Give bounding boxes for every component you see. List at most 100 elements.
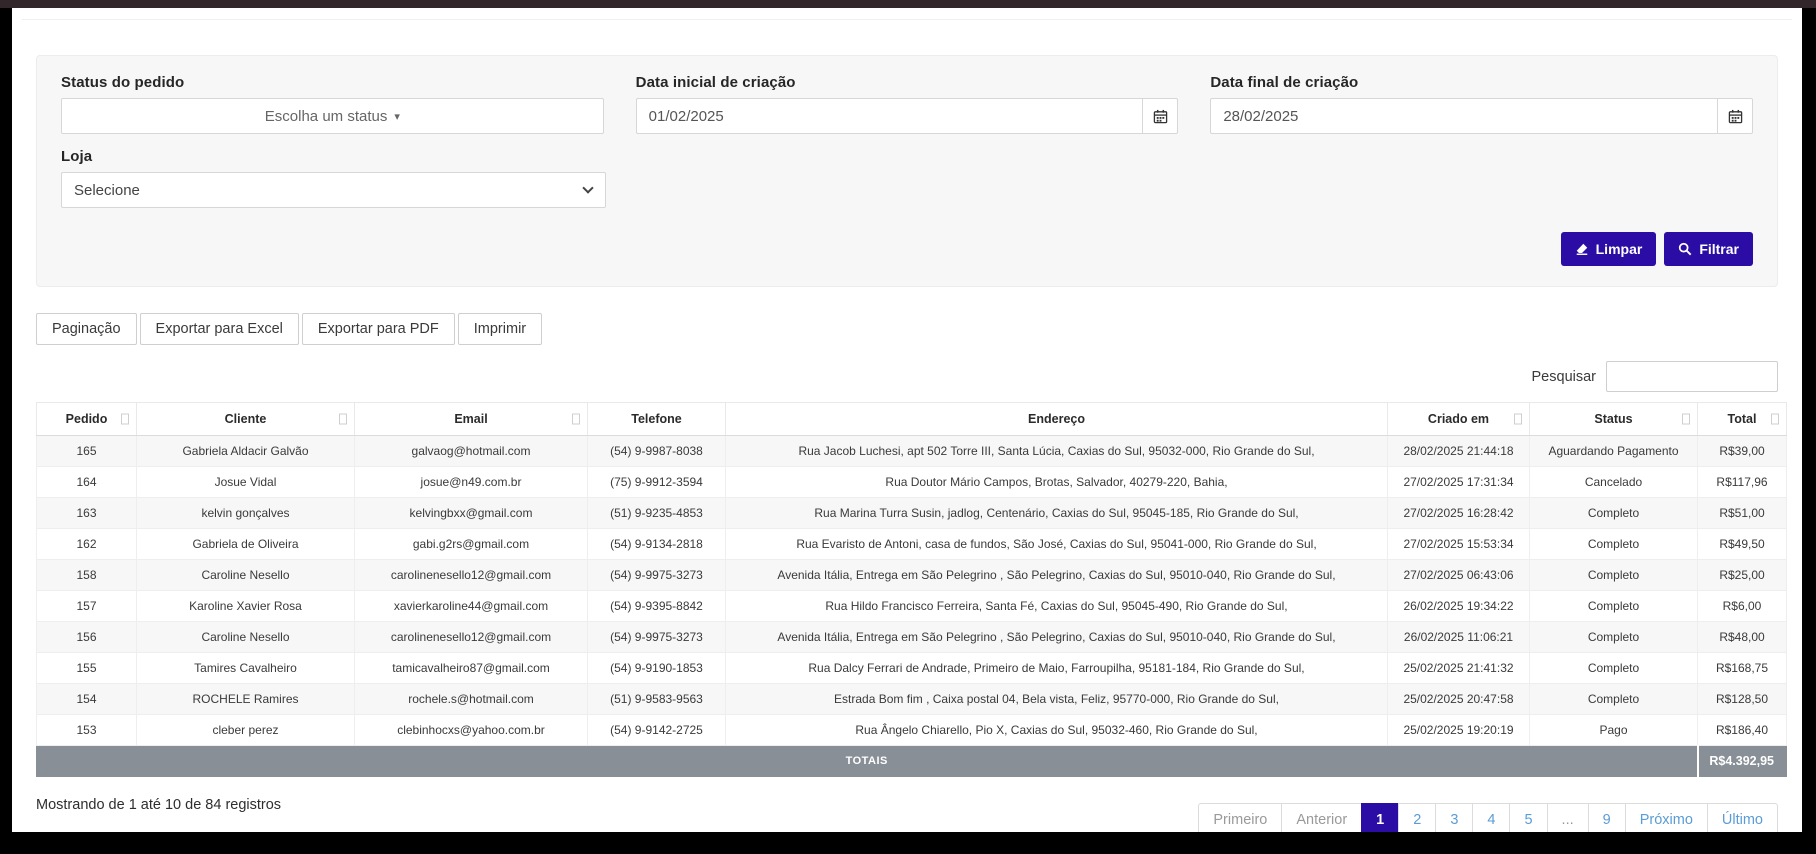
pagination: PrimeiroAnterior12345...9PróximoÚltimo [1198, 803, 1778, 832]
calendar-icon[interactable] [1717, 98, 1753, 134]
sort-icon[interactable] [1514, 414, 1522, 425]
page-item-4[interactable]: 4 [1472, 803, 1510, 832]
cell-status: Completo [1530, 498, 1698, 529]
page-item-pr-ximo[interactable]: Próximo [1625, 803, 1708, 832]
date-start-group: Data inicial de criação [636, 74, 1179, 134]
column-header-label: Criado em [1428, 412, 1489, 426]
cell-cliente: Caroline Nesello [137, 560, 355, 591]
column-header-status[interactable]: Status [1530, 403, 1698, 436]
sort-icon[interactable] [339, 414, 347, 425]
search-label: Pesquisar [1532, 369, 1596, 385]
cell-cliente: Caroline Nesello [137, 622, 355, 653]
calendar-icon[interactable] [1142, 98, 1178, 134]
toolbar-button-exportar-para-pdf[interactable]: Exportar para PDF [302, 313, 455, 345]
cell-endereco: Rua Dalcy Ferrari de Andrade, Primeiro d… [726, 653, 1388, 684]
filter-button[interactable]: Filtrar [1664, 232, 1753, 266]
table-row: 157Karoline Xavier Rosaxavierkaroline44@… [37, 591, 1787, 622]
cell-criado-em: 28/02/2025 21:44:18 [1388, 436, 1530, 467]
sort-icon[interactable] [121, 414, 129, 425]
page-item-9[interactable]: 9 [1588, 803, 1626, 832]
cell-telefone: (54) 9-9975-3273 [588, 622, 726, 653]
status-filter-group: Status do pedido Escolha um status ▾ [61, 74, 604, 134]
cell-total: R$48,00 [1698, 622, 1787, 653]
cell-endereco: Rua Marina Turra Susin, jadlog, Centenár… [726, 498, 1388, 529]
page-item-3[interactable]: 3 [1435, 803, 1473, 832]
search-input[interactable] [1606, 361, 1778, 392]
totals-row: TOTAIS R$4.392,95 [37, 746, 1787, 777]
toolbar-button-imprimir[interactable]: Imprimir [458, 313, 542, 345]
cell-criado-em: 27/02/2025 15:53:34 [1388, 529, 1530, 560]
totals-value: R$4.392,95 [1698, 746, 1787, 777]
cell-pedido: 163 [37, 498, 137, 529]
date-end-input[interactable] [1210, 98, 1717, 134]
caret-down-icon: ▾ [394, 110, 400, 123]
page-item-2[interactable]: 2 [1398, 803, 1436, 832]
cell-status: Pago [1530, 715, 1698, 746]
cell-telefone: (54) 9-9190-1853 [588, 653, 726, 684]
cell-cliente: Josue Vidal [137, 467, 355, 498]
page-item-5[interactable]: 5 [1509, 803, 1547, 832]
cell-pedido: 153 [37, 715, 137, 746]
column-header-pedido[interactable]: Pedido [37, 403, 137, 436]
table-row: 164Josue Vidaljosue@n49.com.br(75) 9-991… [37, 467, 1787, 498]
toolbar-button-exportar-para-excel[interactable]: Exportar para Excel [140, 313, 299, 345]
table-row: 162Gabriela de Oliveiragabi.g2rs@gmail.c… [37, 529, 1787, 560]
cell-cliente: cleber perez [137, 715, 355, 746]
cell-cliente: kelvin gonçalves [137, 498, 355, 529]
status-dropdown-value: Escolha um status [265, 108, 388, 125]
cell-status: Completo [1530, 653, 1698, 684]
cell-criado-em: 25/02/2025 21:41:32 [1388, 653, 1530, 684]
cell-email: josue@n49.com.br [355, 467, 588, 498]
cell-cliente: ROCHELE Ramires [137, 684, 355, 715]
cell-status: Aguardando Pagamento [1530, 436, 1698, 467]
store-select-value: Selecione [74, 182, 140, 199]
cell-status: Completo [1530, 591, 1698, 622]
cell-telefone: (54) 9-9142-2725 [588, 715, 726, 746]
cell-cliente: Gabriela Aldacir Galvão [137, 436, 355, 467]
cell-endereco: Avenida Itália, Entrega em São Pelegrino… [726, 560, 1388, 591]
table-row: 158Caroline Nesellocarolinenesello12@gma… [37, 560, 1787, 591]
cell-telefone: (54) 9-9134-2818 [588, 529, 726, 560]
cell-pedido: 154 [37, 684, 137, 715]
cell-criado-em: 25/02/2025 20:47:58 [1388, 684, 1530, 715]
column-header-total[interactable]: Total [1698, 403, 1787, 436]
column-header-label: Email [454, 412, 487, 426]
cell-endereco: Avenida Itália, Entrega em São Pelegrino… [726, 622, 1388, 653]
cell-pedido: 164 [37, 467, 137, 498]
sort-icon[interactable] [1771, 414, 1779, 425]
page-item-1[interactable]: 1 [1361, 803, 1399, 832]
cell-telefone: (51) 9-9583-9563 [588, 684, 726, 715]
sort-icon[interactable] [572, 414, 580, 425]
cell-total: R$128,50 [1698, 684, 1787, 715]
filter-panel: Status do pedido Escolha um status ▾ Dat… [36, 55, 1778, 287]
store-select[interactable]: Selecione [61, 172, 606, 208]
page-item--ltimo[interactable]: Último [1707, 803, 1778, 832]
cell-pedido: 158 [37, 560, 137, 591]
cell-criado-em: 27/02/2025 16:28:42 [1388, 498, 1530, 529]
column-header-email[interactable]: Email [355, 403, 588, 436]
cell-status: Completo [1530, 560, 1698, 591]
clear-button[interactable]: Limpar [1561, 232, 1657, 266]
cell-criado-em: 26/02/2025 19:34:22 [1388, 591, 1530, 622]
sort-icon[interactable] [1682, 414, 1690, 425]
column-header-cliente[interactable]: Cliente [137, 403, 355, 436]
page-item-primeiro: Primeiro [1198, 803, 1282, 832]
cell-pedido: 156 [37, 622, 137, 653]
status-dropdown[interactable]: Escolha um status ▾ [61, 98, 604, 134]
date-start-input[interactable] [636, 98, 1143, 134]
cell-email: carolinenesello12@gmail.com [355, 560, 588, 591]
cell-total: R$117,96 [1698, 467, 1787, 498]
cell-status: Completo [1530, 684, 1698, 715]
cell-endereco: Estrada Bom fim , Caixa postal 04, Bela … [726, 684, 1388, 715]
column-header-criado-em[interactable]: Criado em [1388, 403, 1530, 436]
toolbar-button-pagina-o[interactable]: Paginação [36, 313, 137, 345]
store-filter-label: Loja [61, 148, 606, 165]
cell-criado-em: 26/02/2025 11:06:21 [1388, 622, 1530, 653]
orders-table: PedidoClienteEmailTelefoneEndereçoCriado… [36, 402, 1787, 777]
cell-email: clebinhocxs@yahoo.com.br [355, 715, 588, 746]
cell-email: kelvingbxx@gmail.com [355, 498, 588, 529]
filter-button-label: Filtrar [1699, 241, 1739, 257]
cell-total: R$168,75 [1698, 653, 1787, 684]
status-filter-label: Status do pedido [61, 74, 604, 91]
cell-status: Completo [1530, 529, 1698, 560]
